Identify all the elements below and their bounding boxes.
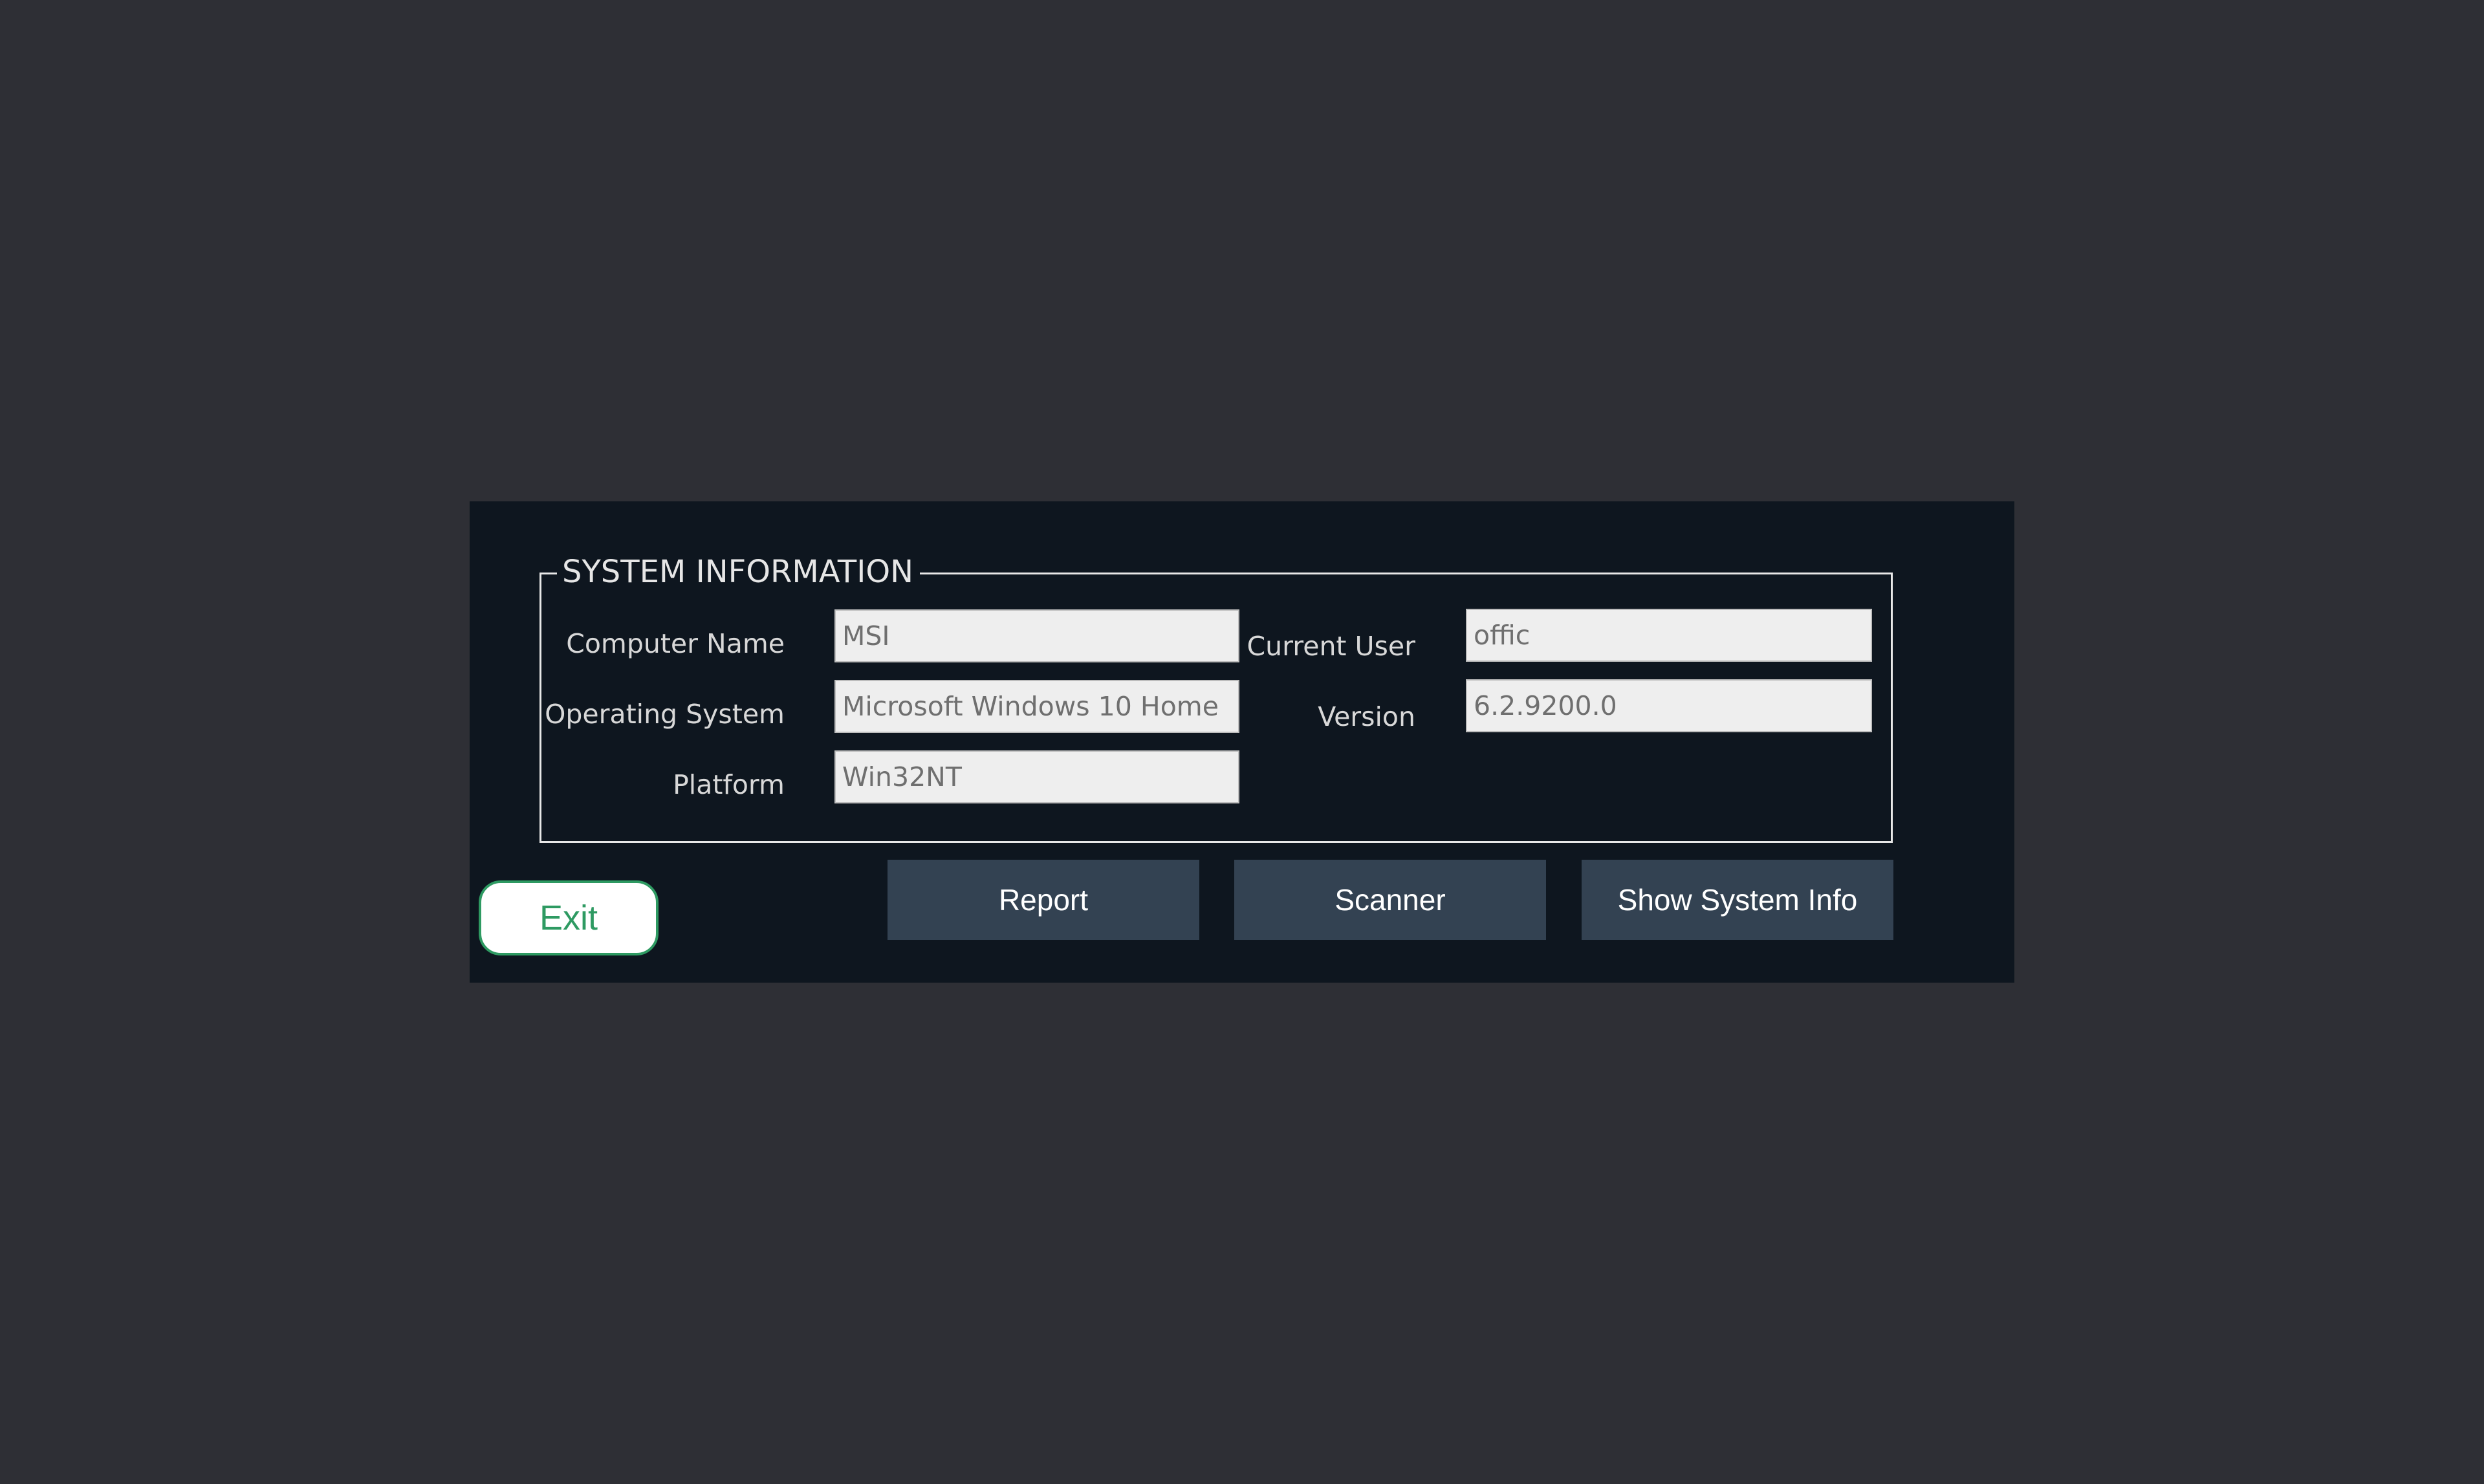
platform-field[interactable]: Win32NT <box>834 750 1239 803</box>
show-system-info-button[interactable]: Show System Info <box>1582 860 1893 940</box>
computer-name-label: Computer Name <box>566 628 785 659</box>
current-user-label: Current User <box>1247 631 1415 662</box>
current-user-field[interactable]: offic <box>1466 609 1872 662</box>
report-button[interactable]: Report <box>888 860 1199 940</box>
version-field[interactable]: 6.2.9200.0 <box>1466 679 1872 732</box>
system-info-window: SYSTEM INFORMATION Computer Name Operati… <box>470 501 2014 983</box>
operating-system-label: Operating System <box>545 699 785 730</box>
system-information-group: SYSTEM INFORMATION Computer Name Operati… <box>539 552 1893 843</box>
scanner-button[interactable]: Scanner <box>1234 860 1546 940</box>
exit-button[interactable]: Exit <box>479 880 659 955</box>
group-title: SYSTEM INFORMATION <box>557 552 921 591</box>
platform-label: Platform <box>673 769 785 800</box>
computer-name-field[interactable]: MSI <box>834 609 1239 662</box>
version-label: Version <box>1318 701 1415 732</box>
operating-system-field[interactable]: Microsoft Windows 10 Home <box>834 680 1239 733</box>
